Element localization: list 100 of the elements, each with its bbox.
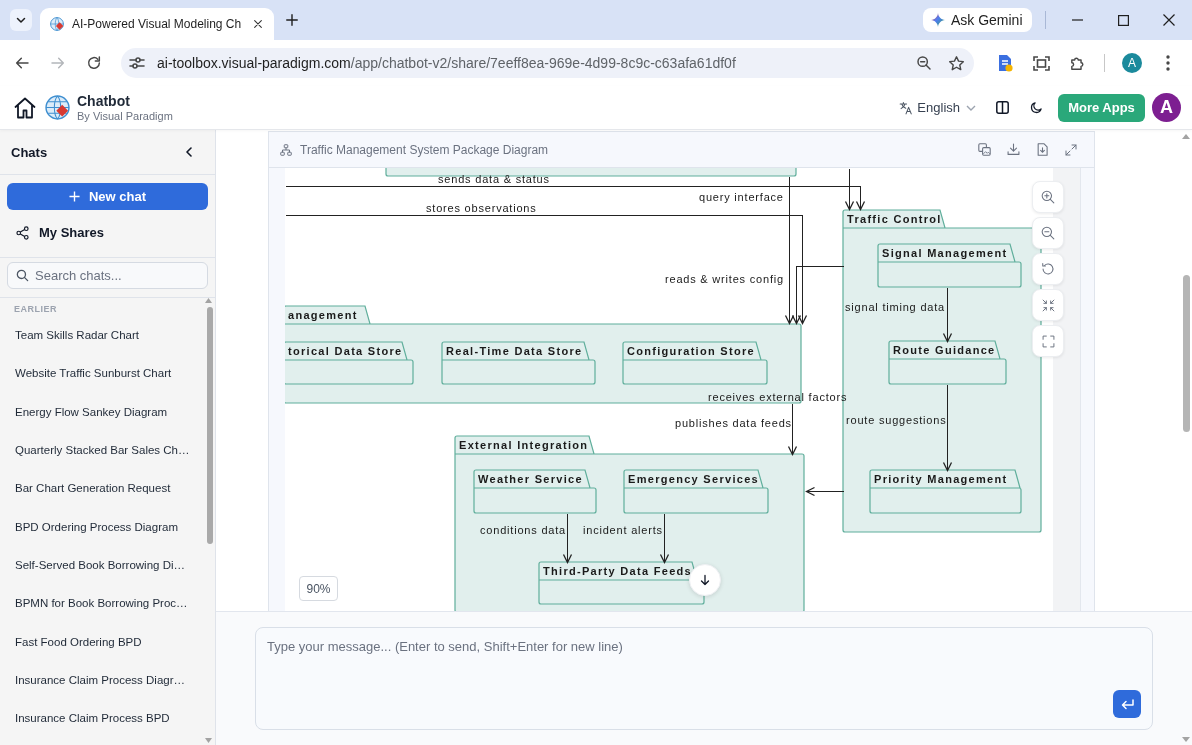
- kebab-menu-icon: [1166, 55, 1170, 71]
- my-shares-link[interactable]: My Shares: [7, 220, 208, 245]
- close-icon: [1163, 14, 1175, 26]
- sitemap-icon: [280, 143, 292, 156]
- chevron-down-icon: [966, 104, 976, 111]
- package-name: Route Guidance: [893, 344, 996, 356]
- chat-list-item[interactable]: Team Skills Radar Chart: [0, 316, 200, 355]
- send-button[interactable]: [1113, 690, 1141, 718]
- ask-gemini-button[interactable]: Ask Gemini: [922, 8, 1032, 32]
- connector-label: incident alerts: [583, 524, 663, 536]
- scroll-down-icon[interactable]: [1182, 737, 1190, 742]
- chat-list-item[interactable]: Energy Flow Sankey Diagram: [0, 392, 200, 431]
- fit-view-button[interactable]: [1032, 289, 1064, 321]
- connector-label: route suggestions: [846, 414, 947, 426]
- package-name: Configuration Store: [627, 345, 755, 357]
- translate-icon: [899, 100, 914, 115]
- scrollbar-thumb[interactable]: [1183, 275, 1190, 432]
- return-arrow-icon: [1120, 698, 1134, 710]
- zoom-level-badge: 90%: [299, 576, 338, 601]
- user-avatar[interactable]: A: [1152, 93, 1181, 122]
- arrow-left-icon: [14, 55, 30, 71]
- plus-icon: [68, 191, 80, 202]
- zoom-out-icon: [916, 55, 932, 71]
- moon-icon: [1029, 101, 1043, 114]
- globe-logo-icon: [50, 17, 64, 31]
- screen-frame-icon: [1032, 55, 1050, 71]
- download-icon: [1006, 143, 1020, 156]
- sparkle-icon: [930, 13, 945, 27]
- plus-icon: [285, 13, 299, 27]
- app-subtitle: By Visual Paradigm: [77, 108, 173, 123]
- package-name: anagement: [288, 309, 358, 321]
- message-input[interactable]: Type your message... (Enter to send, Shift+Enter for new line): [255, 627, 1153, 730]
- new-chat-button[interactable]: New chat: [7, 183, 208, 210]
- chat-list-item[interactable]: BPMN for Book Borrowing Proc…: [0, 584, 200, 623]
- connector-label: query interface: [699, 191, 784, 203]
- connector-label: publishes data feeds: [675, 417, 792, 429]
- connector-label: sends data & status: [438, 173, 550, 185]
- search-field[interactable]: Search chats...: [7, 262, 208, 289]
- package-name: Emergency Services: [628, 473, 760, 485]
- copy-image-icon: [977, 143, 991, 156]
- scroll-up-icon[interactable]: [1182, 134, 1190, 139]
- package-name: Traffic Control: [847, 213, 942, 225]
- address-bar[interactable]: ai-toolbox.visual-paradigm.com/app/chatbot-v2/share/7eeff8ea-969e-4d99-8c9c-c63afa61df0f: [121, 48, 974, 78]
- connector-label: conditions data: [480, 524, 566, 536]
- arrow-right-icon: [50, 55, 66, 71]
- chat-list-item[interactable]: Fast Food Ordering BPD: [0, 622, 200, 661]
- file-download-icon: [1036, 143, 1048, 156]
- puzzle-icon: [1068, 54, 1086, 72]
- language-selector[interactable]: English: [899, 100, 976, 115]
- zoom-in-icon: [1041, 190, 1055, 204]
- package-name: Real-Time Data Store: [446, 345, 583, 357]
- package-name: External Integration: [459, 439, 589, 451]
- home-icon: [13, 95, 37, 120]
- close-icon: [253, 19, 263, 29]
- zoom-out-button[interactable]: [1032, 217, 1064, 249]
- connector-arrow: [805, 486, 844, 497]
- chat-list-item[interactable]: Website Traffic Sunburst Chart: [0, 354, 200, 393]
- arrows-inward-icon: [1041, 298, 1055, 312]
- browser-tab[interactable]: AI-Powered Visual Modeling Ch: [40, 8, 274, 40]
- scrollbar-thumb[interactable]: [207, 307, 213, 544]
- app-title: Chatbot: [77, 92, 131, 109]
- chat-list-item[interactable]: Quarterly Stacked Bar Sales Ch…: [0, 430, 200, 470]
- fullscreen-icon: [1041, 334, 1055, 348]
- connector-label: stores observations: [426, 202, 537, 214]
- globe-logo-icon: [45, 95, 70, 120]
- panel-icon: [995, 101, 1009, 114]
- arrow-down-icon: [699, 574, 711, 586]
- connector-label: signal timing data: [845, 301, 945, 313]
- profile-button[interactable]: A: [1116, 47, 1148, 79]
- scroll-up-icon[interactable]: [205, 298, 212, 303]
- minimize-icon: [1071, 19, 1083, 21]
- search-icon: [16, 269, 29, 282]
- connector-label: receives external factors: [708, 391, 848, 403]
- package-name: Signal Management: [882, 247, 1008, 259]
- package-name: torical Data Store: [288, 345, 403, 357]
- reset-view-button[interactable]: [1032, 253, 1064, 285]
- package-name: Priority Management: [874, 473, 1008, 485]
- document-icon: [997, 54, 1013, 72]
- sidebar-title: Chats: [11, 144, 48, 160]
- chat-list-item[interactable]: Self-Served Book Borrowing Di…: [0, 545, 200, 585]
- chevron-left-icon: [186, 147, 192, 157]
- scroll-down-icon[interactable]: [205, 738, 212, 743]
- package-name: Third-Party Data Feeds: [543, 565, 693, 577]
- tab-search-button[interactable]: [10, 9, 32, 31]
- url-text: ai-toolbox.visual-paradigm.com/app/chatbot-v2/share/7eeff8ea-969e-4d99-8c9c-c63afa61df0f: [157, 55, 736, 71]
- reload-icon: [86, 55, 102, 71]
- expand-icon: [1065, 143, 1077, 156]
- chat-list-item[interactable]: Insurance Claim Process Diagr…: [0, 660, 200, 699]
- chat-list-item[interactable]: Bar Chart Generation Request: [0, 469, 200, 508]
- tune-icon: [129, 56, 145, 70]
- share-icon: [16, 225, 29, 240]
- diagram-title: Traffic Management System Package Diagram: [300, 142, 549, 157]
- chat-list-item[interactable]: BPD Ordering Process Diagram: [0, 507, 200, 546]
- connector-arrow: [942, 287, 953, 343]
- rotate-left-icon: [1041, 262, 1055, 276]
- zoom-in-button[interactable]: [1032, 181, 1064, 213]
- connector-label: reads & writes config: [665, 273, 784, 285]
- chat-list-item[interactable]: Insurance Claim Process BPD: [0, 698, 200, 738]
- section-label: EARLIER: [14, 303, 57, 316]
- zoom-out-icon: [1041, 226, 1055, 240]
